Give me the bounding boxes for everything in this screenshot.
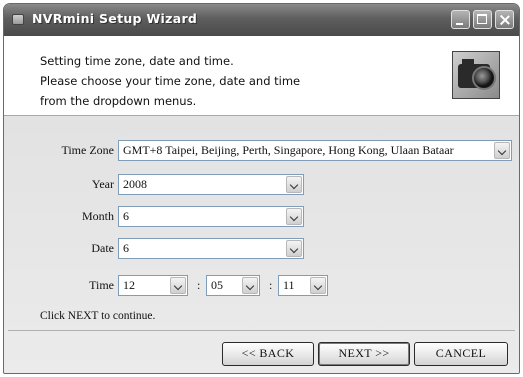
time-label: Time <box>89 278 114 292</box>
chevron-down-icon[interactable] <box>242 277 258 294</box>
time-zone-label: Time Zone <box>61 143 114 157</box>
date-row: Date 6 <box>4 238 519 260</box>
chevron-down-icon[interactable] <box>286 208 302 225</box>
year-label: Year <box>91 177 114 191</box>
date-label: Date <box>91 241 114 255</box>
setup-wizard-window: NVRmini Setup Wizard Setting time zone, … <box>3 3 520 374</box>
continue-hint: Click NEXT to continue. <box>40 310 156 322</box>
chevron-down-icon[interactable] <box>170 277 186 294</box>
wizard-content: Time Zone GMT+8 Taipei, Beijing, Perth, … <box>4 116 519 373</box>
chevron-down-icon[interactable] <box>310 277 326 294</box>
second-select[interactable]: 11 <box>278 275 328 296</box>
title-bar[interactable]: NVRmini Setup Wizard <box>4 4 519 36</box>
minute-select[interactable]: 05 <box>206 275 260 296</box>
year-row: Year 2008 <box>4 174 519 196</box>
month-row: Month 6 <box>4 206 519 228</box>
month-value: 6 <box>123 209 129 223</box>
year-value: 2008 <box>123 177 147 191</box>
chevron-down-icon[interactable] <box>286 240 302 257</box>
app-icon <box>12 14 24 25</box>
time-zone-row: Time Zone GMT+8 Taipei, Beijing, Perth, … <box>4 140 519 162</box>
time-row: Time 12 : 05 : 11 <box>4 275 519 297</box>
header-instructions: Setting time zone, date and time. Please… <box>40 51 300 111</box>
camera-icon <box>452 51 500 99</box>
month-select[interactable]: 6 <box>118 206 304 227</box>
second-value: 11 <box>283 278 295 292</box>
window-title: NVRmini Setup Wizard <box>32 11 198 26</box>
date-value: 6 <box>123 241 129 255</box>
chevron-down-icon[interactable] <box>286 176 302 193</box>
minute-value: 05 <box>211 278 223 292</box>
next-button[interactable]: NEXT >> <box>318 342 410 366</box>
time-zone-select[interactable]: GMT+8 Taipei, Beijing, Perth, Singapore,… <box>118 140 512 161</box>
hour-select[interactable]: 12 <box>118 275 188 296</box>
header-line-2: Please choose your time zone, date and t… <box>40 74 301 88</box>
chevron-down-icon[interactable] <box>494 142 510 159</box>
header-line-1: Setting time zone, date and time. <box>40 54 234 68</box>
hour-value: 12 <box>123 278 135 292</box>
back-button[interactable]: << BACK <box>222 342 314 366</box>
time-separator: : <box>269 278 273 292</box>
time-separator: : <box>197 278 201 292</box>
year-select[interactable]: 2008 <box>118 174 304 195</box>
footer-divider <box>8 330 515 331</box>
time-zone-value: GMT+8 Taipei, Beijing, Perth, Singapore,… <box>123 143 454 157</box>
close-button[interactable] <box>495 10 514 29</box>
minimize-button[interactable] <box>451 10 470 29</box>
wizard-header: Setting time zone, date and time. Please… <box>4 36 519 116</box>
date-select[interactable]: 6 <box>118 238 304 259</box>
cancel-button[interactable]: CANCEL <box>414 342 508 366</box>
maximize-button[interactable] <box>473 10 492 29</box>
header-line-3: from the dropdown menus. <box>40 94 197 108</box>
month-label: Month <box>81 209 114 223</box>
